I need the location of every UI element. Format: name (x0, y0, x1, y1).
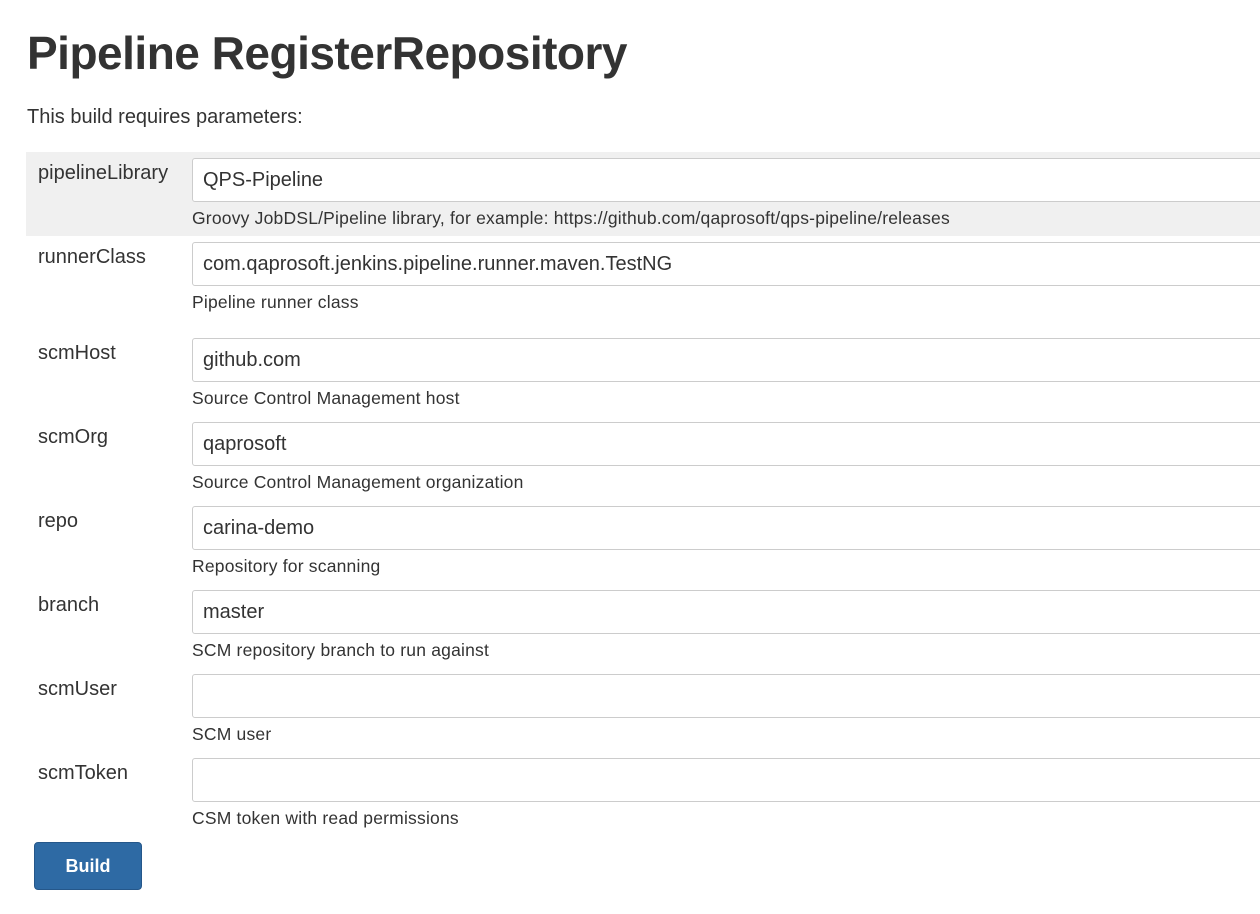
param-description: Source Control Management organization (192, 472, 524, 492)
scmOrg-input[interactable] (192, 422, 1260, 466)
param-name: runnerClass (38, 246, 146, 268)
param-name: branch (38, 594, 100, 616)
build-button[interactable]: Build (34, 842, 142, 890)
param-description: SCM repository branch to run against (192, 640, 490, 660)
branch-input[interactable] (192, 590, 1260, 634)
pipelineLibrary-input[interactable] (192, 158, 1260, 202)
param-row-scmOrg: scmOrg Source Control Management organiz… (26, 416, 1260, 500)
param-name: scmUser (38, 678, 117, 700)
param-row-scmUser: scmUser SCM user (26, 668, 1260, 752)
param-row-pipelineLibrary: pipelineLibrary Groovy JobDSL/Pipeline l… (26, 152, 1260, 236)
param-row-runnerClass: runnerClass Pipeline runner class (26, 236, 1260, 332)
page-title: Pipeline RegisterRepository (27, 27, 628, 79)
param-description: Source Control Management host (192, 388, 460, 408)
scmHost-input[interactable] (192, 338, 1260, 382)
param-name: pipelineLibrary (38, 162, 169, 184)
scmUser-input[interactable] (192, 674, 1260, 718)
param-description: Pipeline runner class (192, 292, 359, 312)
param-name: scmHost (38, 342, 116, 364)
scmToken-input[interactable] (192, 758, 1260, 802)
param-row-repo: repo Repository for scanning (26, 500, 1260, 584)
runnerClass-input[interactable] (192, 242, 1260, 286)
param-row-scmHost: scmHost Source Control Management host (26, 332, 1260, 416)
param-name: repo (38, 510, 79, 532)
param-description: SCM user (192, 724, 272, 744)
param-row-scmToken: scmToken CSM token with read permissions (26, 752, 1260, 836)
build-params-intro: This build requires parameters: (27, 106, 303, 128)
param-name: scmOrg (38, 426, 108, 448)
param-description: CSM token with read permissions (192, 808, 459, 828)
param-description: Groovy JobDSL/Pipeline library, for exam… (192, 208, 950, 228)
parameters-form: pipelineLibrary Groovy JobDSL/Pipeline l… (26, 152, 1260, 832)
repo-input[interactable] (192, 506, 1260, 550)
param-name: scmToken (38, 762, 129, 784)
param-description: Repository for scanning (192, 556, 381, 576)
param-row-branch: branch SCM repository branch to run agai… (26, 584, 1260, 668)
